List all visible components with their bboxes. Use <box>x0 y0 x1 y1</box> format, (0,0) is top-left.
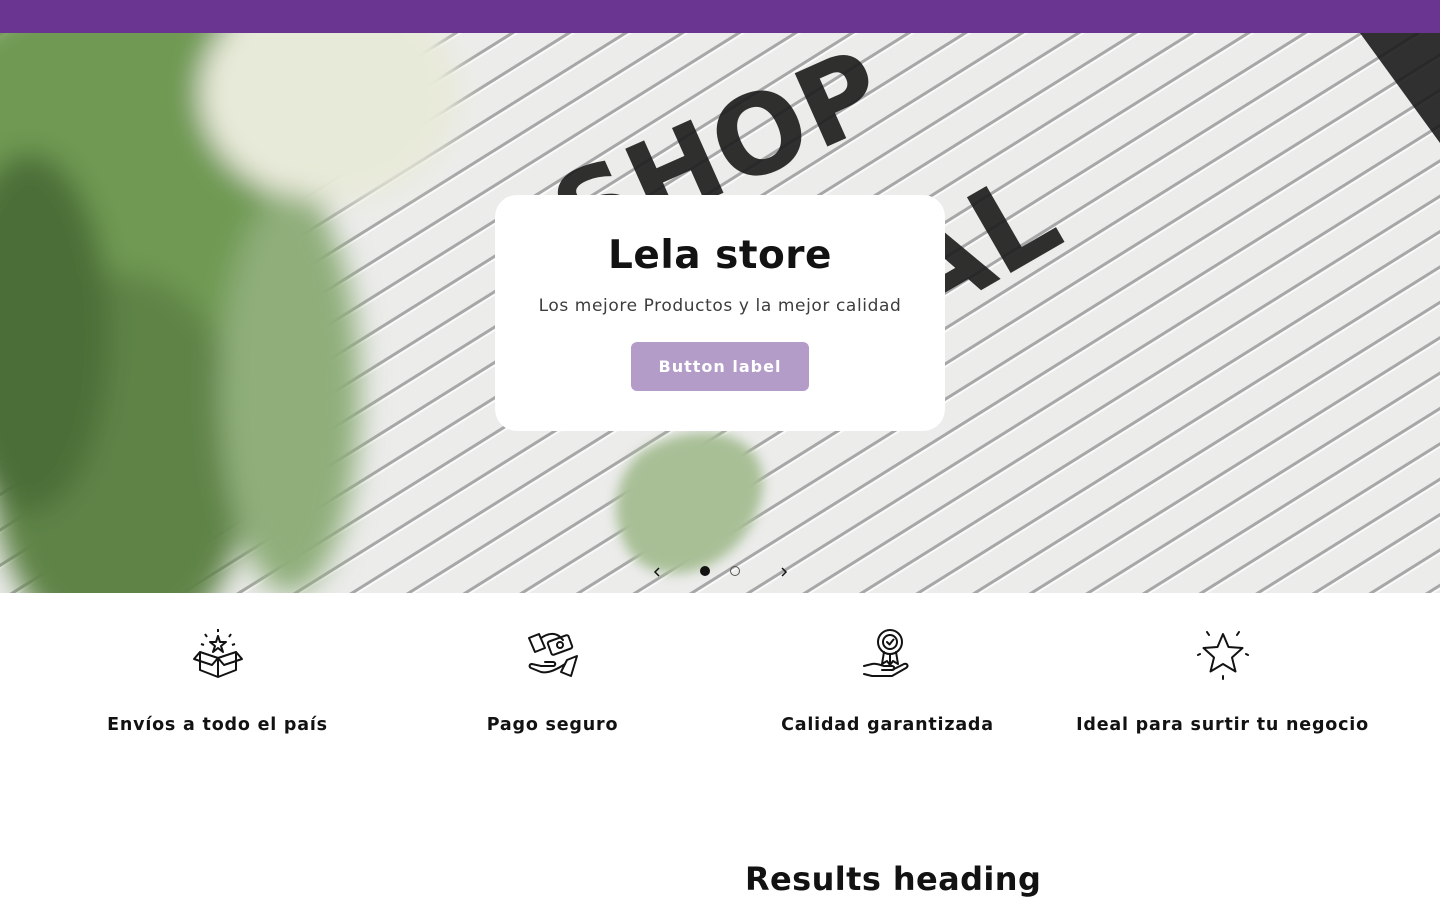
slider-next-button[interactable] <box>773 561 795 583</box>
hero-slideshow: SHOP AL Lela store Los mejore Productos … <box>0 33 1440 593</box>
hero-subtitle: Los mejore Productos y la mejor calidad <box>538 296 902 316</box>
slider-dot-2[interactable] <box>730 566 740 576</box>
announcement-bar <box>0 0 1440 33</box>
chevron-right-icon <box>781 567 788 577</box>
slider-previous-button[interactable] <box>646 561 668 583</box>
chevron-left-icon <box>653 567 660 577</box>
results-heading: Results heading <box>745 860 1042 898</box>
feature-business-label: Ideal para surtir tu negocio <box>1076 715 1369 735</box>
feature-shipping-label: Envíos a todo el país <box>107 715 328 735</box>
hero-title: Lela store <box>608 233 832 278</box>
slider-dot-1[interactable] <box>700 566 710 576</box>
features-row: Envíos a todo el país Pago seguro Calida… <box>0 593 1440 793</box>
feature-quality-label: Calidad garantizada <box>781 715 994 735</box>
payment-hands-icon <box>528 632 578 677</box>
feature-payment-label: Pago seguro <box>486 715 619 735</box>
hero-cta-button[interactable]: Button label <box>631 342 809 391</box>
gift-box-icon <box>193 629 243 678</box>
hero-content-card: Lela store Los mejore Productos y la mej… <box>495 195 945 431</box>
slider-controls <box>640 557 800 585</box>
quality-badge-icon <box>863 629 909 677</box>
star-icon <box>1197 631 1249 680</box>
